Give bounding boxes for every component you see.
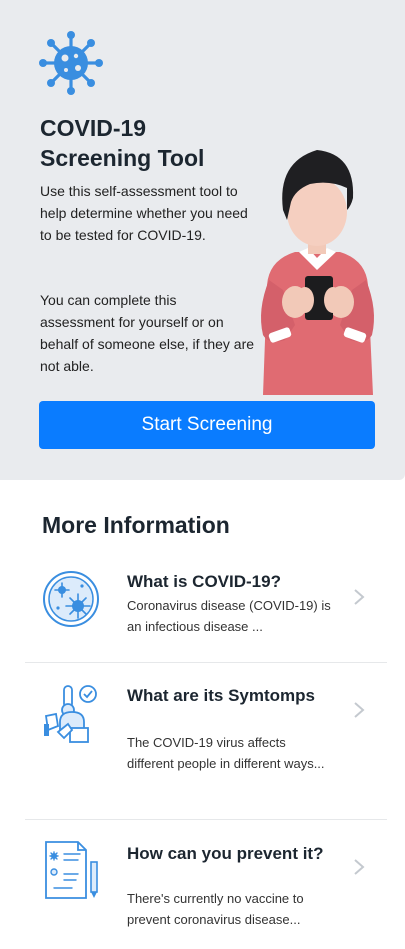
info-item-description: The COVID-19 virus affects different peo…	[127, 735, 325, 771]
info-item-symptoms[interactable]: What are its Symtomps The COVID-19 virus…	[25, 684, 387, 819]
hero-description-secondary: You can complete this assessment for you…	[40, 292, 255, 374]
chevron-right-icon	[354, 589, 365, 605]
info-item-title: What are its Symtomps	[127, 686, 315, 705]
virus-circle-icon	[43, 571, 99, 627]
info-item-description: Coronavirus disease (COVID-19) is an inf…	[127, 598, 331, 634]
start-screening-button[interactable]: Start Screening	[39, 401, 375, 449]
info-item-title: What is COVID-19?	[127, 572, 281, 591]
info-item-what-is-covid[interactable]: What is COVID-19? Coronavirus disease (C…	[25, 566, 387, 662]
chevron-right-icon	[354, 702, 365, 718]
prevention-document-icon	[45, 841, 98, 899]
chevron-right-icon	[354, 859, 365, 875]
hero-panel: COVID-19 Screening Tool Use this self-as…	[0, 0, 405, 480]
virus-icon	[39, 31, 103, 95]
page-title: COVID-19 Screening Tool	[40, 115, 205, 171]
info-item-description: There's currently no vaccine to prevent …	[127, 891, 304, 927]
person-with-phone-illustration	[261, 150, 374, 395]
divider	[25, 662, 387, 663]
symptoms-icon	[44, 685, 97, 743]
info-item-title: How can you prevent it?	[127, 844, 324, 863]
info-item-prevention[interactable]: How can you prevent it? There's currentl…	[25, 840, 387, 940]
hero-description: Use this self-assessment tool to help de…	[40, 183, 248, 243]
more-information-heading: More Information	[42, 512, 230, 538]
divider	[25, 819, 387, 820]
